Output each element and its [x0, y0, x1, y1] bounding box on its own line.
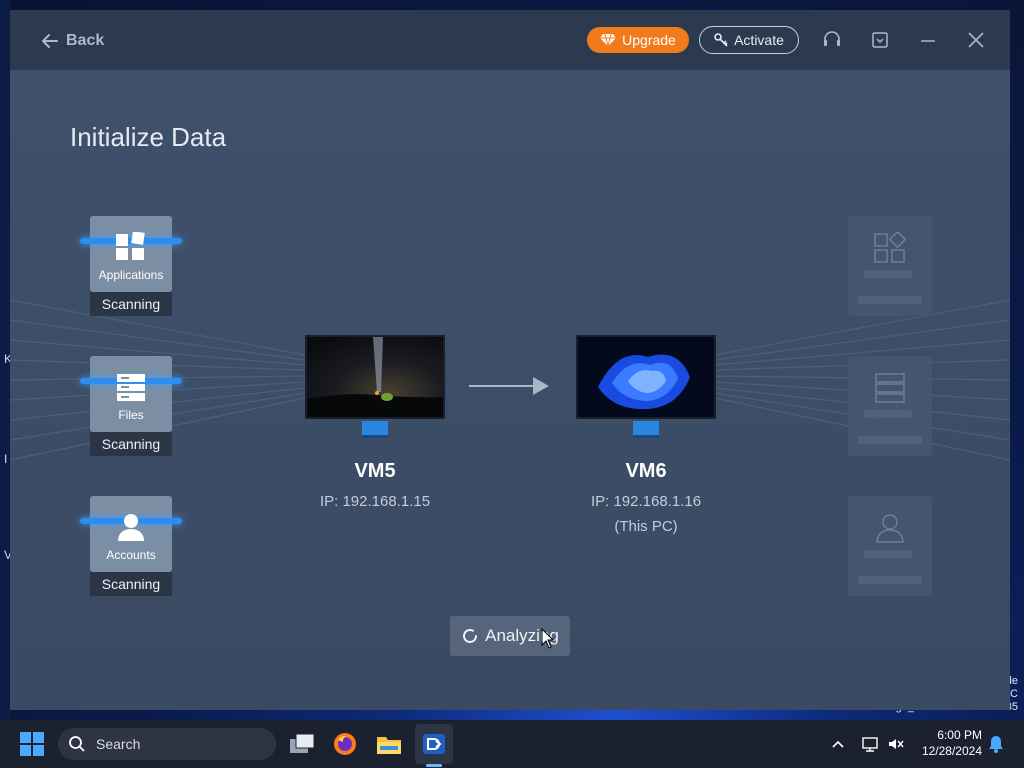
taskbar-search[interactable]: Search [58, 728, 276, 760]
search-placeholder: Search [96, 736, 141, 752]
active-app-indicator [426, 764, 442, 767]
clock-time: 6:00 PM [937, 728, 982, 742]
monitor-stand [633, 421, 659, 438]
arrow-left-icon [42, 34, 58, 48]
transfer-arrow-icon [469, 377, 549, 395]
placeholder-bar [858, 296, 922, 304]
file-explorer-icon[interactable] [375, 730, 403, 758]
placeholder-bar [858, 576, 922, 584]
files-outline-icon [875, 373, 905, 403]
target-pc-note: (This PC) [614, 518, 678, 535]
target-pc-name: VM6 [625, 460, 667, 482]
monitor-screen [576, 335, 716, 419]
search-icon [69, 736, 85, 752]
back-button[interactable]: Back [40, 30, 104, 52]
close-icon[interactable] [965, 29, 987, 51]
target-files-placeholder [848, 356, 932, 456]
upgrade-button[interactable]: Upgrade [587, 27, 689, 53]
applications-icon [116, 232, 145, 260]
windows-start-icon[interactable] [20, 732, 44, 756]
night-sky-wallpaper [307, 337, 443, 417]
desktop-icon-label[interactable]: I [4, 452, 7, 466]
title-bar: Back Upgrade Activate [10, 10, 1010, 70]
target-pc: VM6 IP: 192.168.1.16 (This PC) [576, 335, 716, 535]
network-icon[interactable] [860, 734, 880, 754]
clock-date: 12/28/2024 [921, 744, 982, 758]
category-applications: Applications Scanning [80, 216, 182, 318]
system-clock[interactable]: 6:00 PM 12/28/2024 [912, 727, 982, 759]
back-label: Back [66, 32, 105, 49]
source-pc-name: VM5 [354, 460, 396, 482]
speaker-muted-icon[interactable] [886, 734, 906, 754]
upgrade-label: Upgrade [622, 32, 676, 48]
minimize-icon[interactable] [917, 29, 939, 51]
category-accounts: Accounts Scanning [80, 496, 182, 598]
monitor-stand [362, 421, 388, 438]
placeholder-bar [864, 270, 912, 278]
placeholder-bar [858, 436, 922, 444]
applications-outline-icon [874, 232, 906, 263]
transfer-app-icon[interactable] [420, 730, 448, 758]
category-status: Scanning [90, 572, 172, 596]
firefox-icon[interactable] [331, 730, 359, 758]
loading-spinner-icon [463, 629, 478, 643]
source-pc: VM5 IP: 192.168.1.15 [305, 335, 445, 510]
app-window: Back Upgrade Activate Initialize Data Ap… [10, 10, 1010, 710]
key-icon [714, 33, 728, 47]
notification-bell-icon[interactable] [986, 734, 1006, 754]
windows-bloom-wallpaper [578, 337, 714, 417]
task-view-icon[interactable] [288, 730, 316, 758]
activate-button[interactable]: Activate [699, 26, 799, 54]
support-headset-icon[interactable] [821, 29, 843, 51]
category-files: Files Scanning [80, 356, 182, 458]
user-outline-icon [876, 514, 904, 543]
page-title: Initialize Data [70, 122, 227, 153]
target-pc-ip: IP: 192.168.1.16 [590, 493, 702, 510]
diamond-icon [600, 33, 617, 47]
menu-dropdown-icon[interactable] [869, 29, 891, 51]
placeholder-bar [864, 410, 912, 418]
target-accounts-placeholder [848, 496, 932, 596]
main-content: Initialize Data Applications Scanning Fi… [10, 70, 1010, 710]
source-pc-ip: IP: 192.168.1.15 [319, 493, 431, 510]
monitor-screen [305, 335, 445, 419]
placeholder-bar [864, 550, 912, 558]
files-icon [117, 374, 145, 401]
category-label: Accounts [106, 548, 156, 562]
category-label: Applications [98, 268, 164, 282]
target-applications-placeholder [848, 216, 932, 316]
category-status: Scanning [90, 432, 172, 456]
chevron-up-icon[interactable] [828, 734, 848, 754]
mouse-cursor-icon [541, 628, 555, 649]
user-account-icon [118, 514, 144, 541]
category-label: Files [118, 408, 144, 422]
category-status: Scanning [90, 292, 172, 316]
activate-label: Activate [734, 32, 784, 48]
taskbar: Search 6:00 PM 12/28/2024 [0, 720, 1024, 768]
